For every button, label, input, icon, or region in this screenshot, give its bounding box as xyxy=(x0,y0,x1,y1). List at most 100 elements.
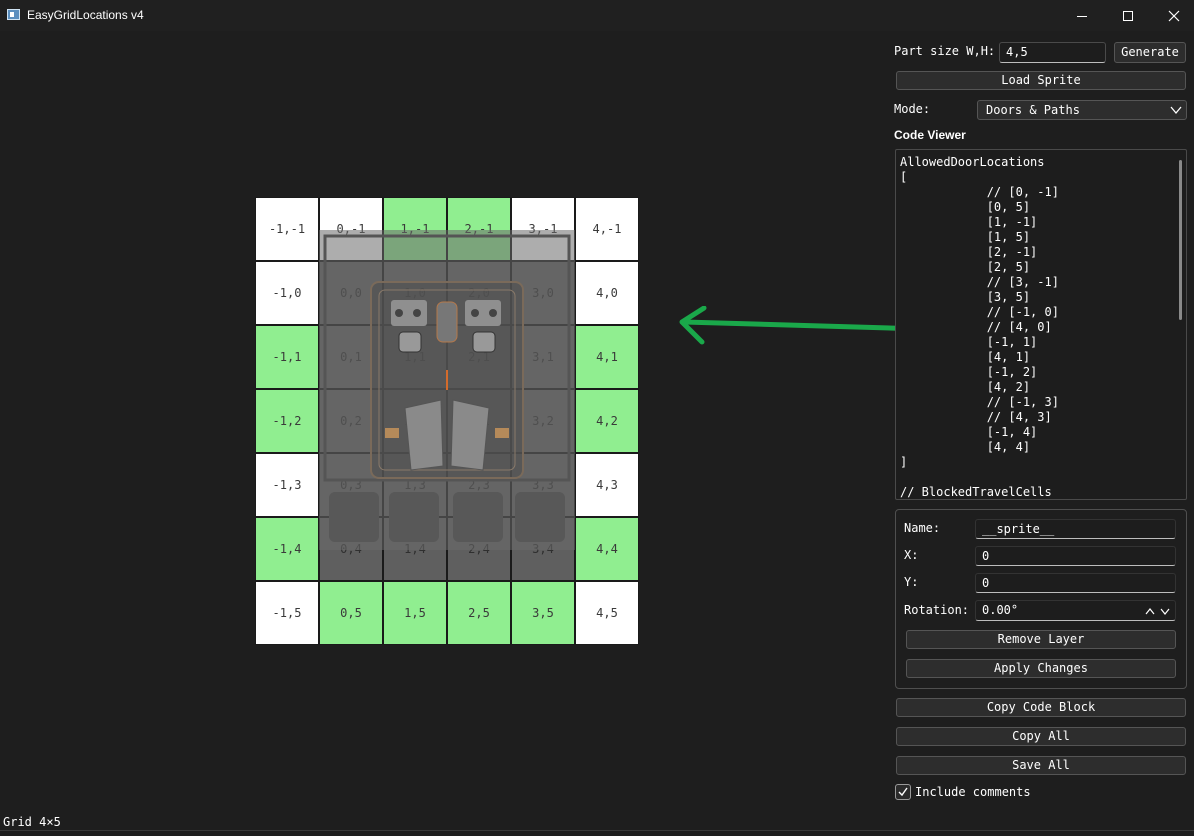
minimize-icon xyxy=(1077,15,1087,17)
status-divider xyxy=(0,830,1194,831)
grid-cell[interactable]: -1,5 xyxy=(255,581,319,645)
code-line: [4, 2] xyxy=(900,380,1031,394)
grid-cell[interactable]: 0,3 xyxy=(319,453,383,517)
code-line: // [-1, 3] xyxy=(900,395,1059,409)
close-button[interactable] xyxy=(1151,0,1194,31)
grid-cell[interactable]: 4,4 xyxy=(575,517,639,581)
rotation-label: Rotation: xyxy=(904,603,970,617)
grid-cell[interactable]: 2,5 xyxy=(447,581,511,645)
grid-cell[interactable]: 0,5 xyxy=(319,581,383,645)
part-size-label: Part size W,H: xyxy=(894,44,996,58)
grid-cell[interactable]: 1,-1 xyxy=(383,197,447,261)
grid-cell[interactable]: 2,1 xyxy=(447,325,511,389)
code-line: // [-1, 0] xyxy=(900,305,1059,319)
apply-changes-button[interactable]: Apply Changes xyxy=(906,659,1176,678)
status-text: Grid 4×5 xyxy=(3,815,61,829)
grid-cell[interactable]: 3,0 xyxy=(511,261,575,325)
code-line: [3, 5] xyxy=(900,290,1031,304)
code-line: // BlockedTravelCells xyxy=(900,485,1052,499)
code-line: // [4, 0] xyxy=(900,320,1052,334)
code-line: [1, -1] xyxy=(900,215,1038,229)
grid-cell[interactable]: -1,3 xyxy=(255,453,319,517)
code-viewer-title: Code Viewer xyxy=(894,128,966,142)
code-line: [2, 5] xyxy=(900,260,1031,274)
grid-cell[interactable]: 4,2 xyxy=(575,389,639,453)
grid-cell[interactable]: 0,4 xyxy=(319,517,383,581)
minimize-button[interactable] xyxy=(1059,0,1105,31)
grid-cell[interactable]: 1,4 xyxy=(383,517,447,581)
grid-cell[interactable]: 0,2 xyxy=(319,389,383,453)
name-input[interactable]: __sprite__ xyxy=(975,519,1176,539)
y-input[interactable]: 0 xyxy=(975,573,1176,593)
grid-cell[interactable]: 4,5 xyxy=(575,581,639,645)
code-line: [-1, 1] xyxy=(900,335,1038,349)
grid-cell[interactable]: 1,5 xyxy=(383,581,447,645)
grid-cell[interactable]: -1,0 xyxy=(255,261,319,325)
scrollbar-thumb[interactable] xyxy=(1179,160,1182,320)
grid-cell[interactable]: 1,2 xyxy=(383,389,447,453)
title-bar: EasyGridLocations v4 xyxy=(0,0,1194,31)
grid-cell[interactable]: 3,2 xyxy=(511,389,575,453)
grid-cell[interactable]: 3,-1 xyxy=(511,197,575,261)
code-line: ] xyxy=(900,455,908,469)
grid-cell[interactable]: 2,-1 xyxy=(447,197,511,261)
grid-cell[interactable]: -1,4 xyxy=(255,517,319,581)
x-input[interactable]: 0 xyxy=(975,546,1176,566)
grid-cell[interactable]: 2,3 xyxy=(447,453,511,517)
rotation-spinbox[interactable]: 0.00° xyxy=(975,600,1176,621)
code-line: [1, 5] xyxy=(900,230,1031,244)
check-icon xyxy=(898,787,908,797)
grid-cell[interactable]: 0,-1 xyxy=(319,197,383,261)
code-line: // [4, 3] xyxy=(900,410,1052,424)
grid-cell[interactable]: -1,1 xyxy=(255,325,319,389)
mode-select[interactable]: Doors & Paths xyxy=(977,100,1187,120)
code-line: [4, 1] xyxy=(900,350,1031,364)
code-line: // [3, -1] xyxy=(900,275,1059,289)
maximize-icon xyxy=(1123,10,1133,21)
grid-cell[interactable]: 1,0 xyxy=(383,261,447,325)
grid-cell[interactable]: 4,0 xyxy=(575,261,639,325)
grid-cell[interactable]: 1,3 xyxy=(383,453,447,517)
y-label: Y: xyxy=(904,575,919,589)
copy-all-button[interactable]: Copy All xyxy=(896,727,1186,746)
spin-up-down-icon[interactable] xyxy=(1145,606,1171,616)
code-line: [-1, 2] xyxy=(900,365,1038,379)
grid-cell[interactable]: 3,1 xyxy=(511,325,575,389)
include-comments-label[interactable]: Include comments xyxy=(915,785,1031,799)
grid-cell[interactable]: -1,2 xyxy=(255,389,319,453)
code-scrollbar[interactable] xyxy=(1179,160,1183,490)
grid-cell[interactable]: 0,0 xyxy=(319,261,383,325)
grid-cell[interactable]: 4,1 xyxy=(575,325,639,389)
grid-cell[interactable]: 2,0 xyxy=(447,261,511,325)
grid-cell[interactable]: 4,-1 xyxy=(575,197,639,261)
mode-value: Doors & Paths xyxy=(986,103,1080,117)
grid-cell[interactable]: 0,1 xyxy=(319,325,383,389)
code-line: [2, -1] xyxy=(900,245,1038,259)
name-label: Name: xyxy=(904,521,941,535)
grid-cell[interactable]: 2,4 xyxy=(447,517,511,581)
include-comments-checkbox[interactable] xyxy=(895,784,911,800)
window-title: EasyGridLocations v4 xyxy=(27,8,144,22)
load-sprite-button[interactable]: Load Sprite xyxy=(896,71,1186,90)
code-line: // [0, -1] xyxy=(900,185,1059,199)
grid-cell[interactable]: 3,5 xyxy=(511,581,575,645)
save-all-button[interactable]: Save All xyxy=(896,756,1186,775)
code-line: [ xyxy=(900,170,908,184)
grid-cell[interactable]: -1,-1 xyxy=(255,197,319,261)
grid-cell[interactable]: 2,2 xyxy=(447,389,511,453)
code-line: [-1, 4] xyxy=(900,425,1038,439)
status-bar: Grid 4×5 xyxy=(0,815,1194,836)
grid-cell[interactable]: 1,1 xyxy=(383,325,447,389)
rotation-value: 0.00° xyxy=(982,603,1019,617)
grid-cell[interactable]: 4,3 xyxy=(575,453,639,517)
maximize-button[interactable] xyxy=(1105,0,1151,31)
part-size-input[interactable]: 4,5 xyxy=(999,42,1106,63)
remove-layer-button[interactable]: Remove Layer xyxy=(906,630,1176,649)
code-text[interactable]: AllowedDoorLocations[ // [0, -1] [0, 5] … xyxy=(900,155,1059,499)
generate-button[interactable]: Generate xyxy=(1114,42,1186,63)
grid-cell[interactable]: 3,4 xyxy=(511,517,575,581)
grid-cell[interactable]: 3,3 xyxy=(511,453,575,517)
mode-label: Mode: xyxy=(894,102,931,116)
code-viewer[interactable]: AllowedDoorLocations[ // [0, -1] [0, 5] … xyxy=(895,149,1187,500)
copy-code-block-button[interactable]: Copy Code Block xyxy=(896,698,1186,717)
